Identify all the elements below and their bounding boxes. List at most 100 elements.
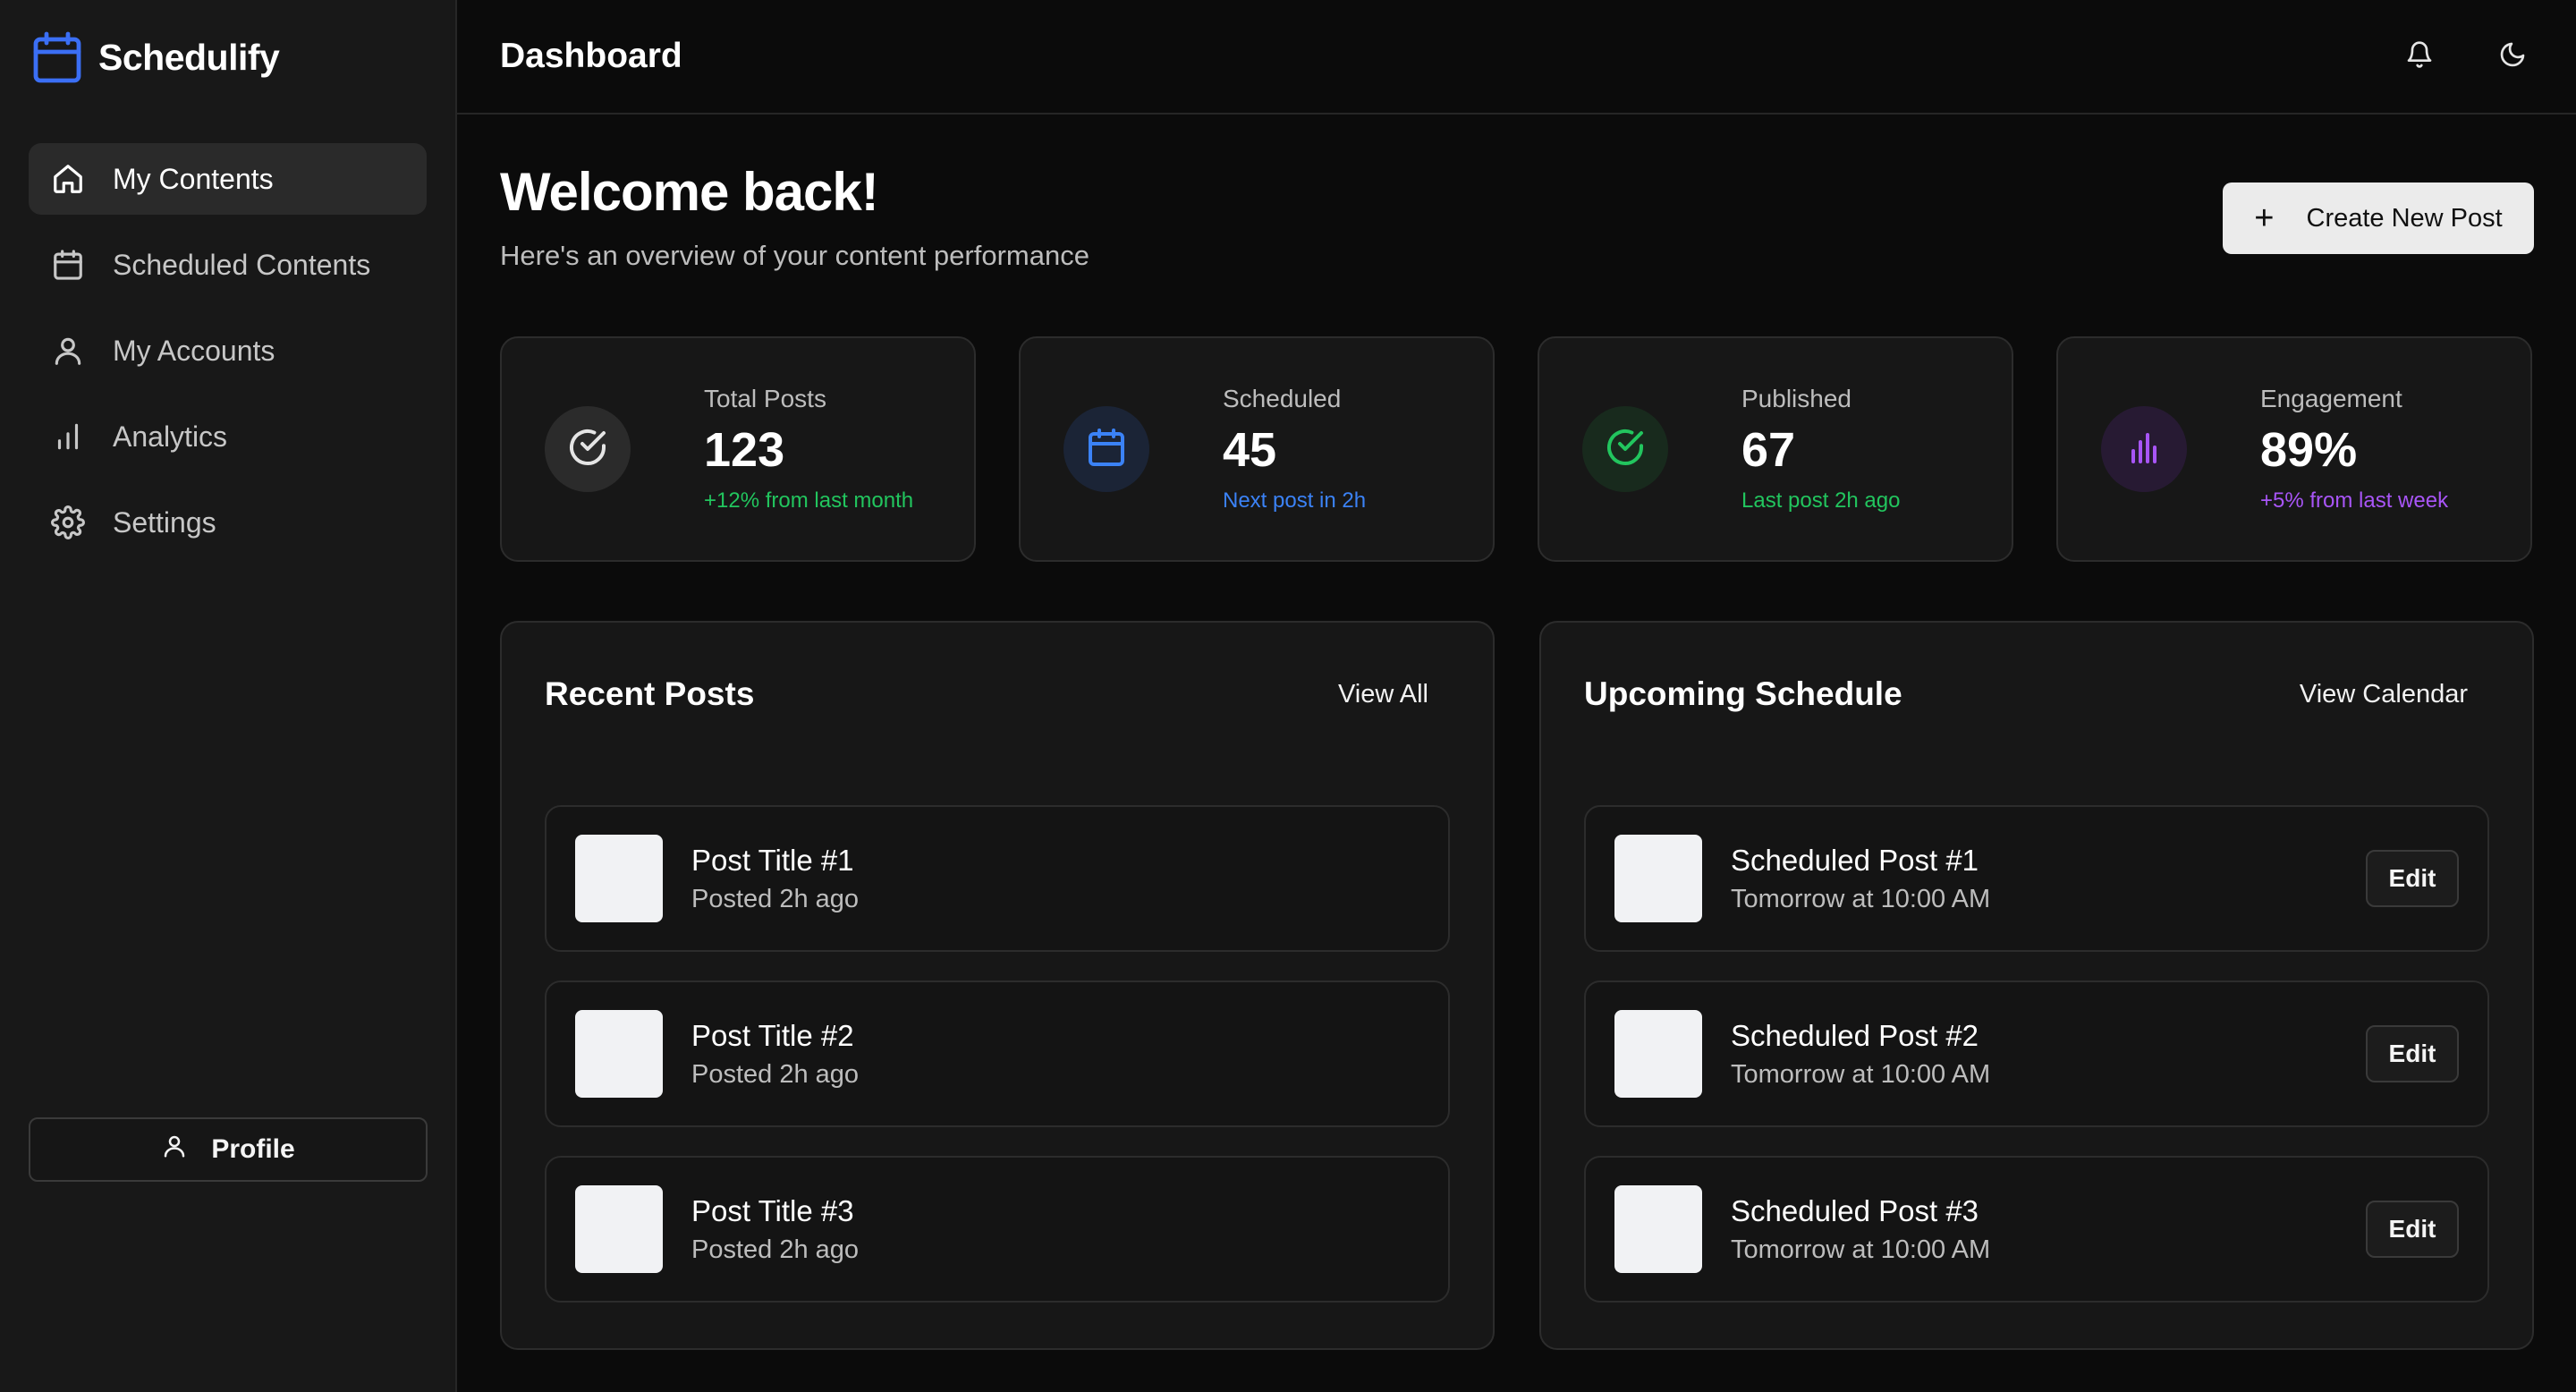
stat-text: Published 67 Last post 2h ago bbox=[1741, 385, 1900, 514]
home-icon bbox=[50, 161, 86, 197]
edit-button[interactable]: Edit bbox=[2366, 1025, 2459, 1082]
stat-badge bbox=[1582, 406, 1668, 492]
view-calendar-link[interactable]: View Calendar bbox=[2300, 680, 2468, 709]
topbar-actions bbox=[2353, 30, 2539, 83]
welcome-title: Welcome back! bbox=[500, 162, 879, 222]
item-text: Scheduled Post #2 Tomorrow at 10:00 AM bbox=[1731, 1019, 1990, 1090]
panel-title: Upcoming Schedule bbox=[1584, 675, 1902, 712]
item-text: Scheduled Post #1 Tomorrow at 10:00 AM bbox=[1731, 844, 1990, 914]
edit-button[interactable]: Edit bbox=[2366, 850, 2459, 907]
upcoming-list: Scheduled Post #1 Tomorrow at 10:00 AM E… bbox=[1584, 805, 2489, 1303]
welcome-subtitle: Here's an overview of your content perfo… bbox=[500, 240, 1089, 271]
stat-note: +5% from last week bbox=[2260, 488, 2449, 513]
post-subtitle: Posted 2h ago bbox=[691, 1059, 860, 1089]
stat-card-scheduled: Scheduled 45 Next post in 2h bbox=[1019, 336, 1495, 562]
scheduled-post-time: Tomorrow at 10:00 AM bbox=[1731, 1059, 1991, 1089]
sidebar-item-label: My Contents bbox=[113, 162, 274, 195]
list-item[interactable]: Post Title #3 Posted 2h ago bbox=[545, 1156, 1450, 1303]
sidebar-item-analytics[interactable]: Analytics bbox=[29, 401, 427, 472]
notifications-button[interactable] bbox=[2393, 30, 2446, 83]
list-item[interactable]: Post Title #2 Posted 2h ago bbox=[545, 980, 1450, 1127]
recent-posts-list: Post Title #1 Posted 2h ago Post Title #… bbox=[545, 805, 1450, 1303]
create-new-post-label: Create New Post bbox=[2306, 203, 2503, 233]
stat-text: Engagement 89% +5% from last week bbox=[2260, 385, 2448, 514]
post-title: Post Title #3 bbox=[691, 1193, 854, 1227]
sidebar-nav: My Contents Scheduled Contents My Accoun… bbox=[0, 115, 455, 558]
view-all-link[interactable]: View All bbox=[1338, 680, 1428, 709]
brand[interactable]: Schedulify bbox=[0, 0, 455, 115]
stat-note: +12% from last month bbox=[704, 488, 914, 513]
sidebar-item-my-contents[interactable]: My Contents bbox=[29, 143, 427, 215]
stat-text: Total Posts 123 +12% from last month bbox=[704, 385, 913, 514]
gear-icon bbox=[50, 505, 86, 540]
moon-icon bbox=[2498, 40, 2527, 73]
sidebar-item-label: My Accounts bbox=[113, 334, 275, 367]
stat-note: Last post 2h ago bbox=[1741, 488, 1901, 513]
sidebar-item-label: Settings bbox=[113, 505, 216, 539]
sidebar: Schedulify My Contents Scheduled Content… bbox=[0, 0, 457, 1392]
stat-label: Published bbox=[1741, 385, 1852, 412]
sidebar-item-settings[interactable]: Settings bbox=[29, 487, 427, 558]
stat-card-published: Published 67 Last post 2h ago bbox=[1538, 336, 2013, 562]
panel-title: Recent Posts bbox=[545, 675, 755, 712]
post-title: Post Title #1 bbox=[691, 843, 854, 877]
list-item[interactable]: Scheduled Post #1 Tomorrow at 10:00 AM E… bbox=[1584, 805, 2489, 952]
calendar-icon bbox=[1085, 426, 1128, 473]
calendar-icon bbox=[32, 30, 82, 84]
post-title: Post Title #2 bbox=[691, 1018, 854, 1052]
panel-header: Upcoming Schedule View Calendar bbox=[1584, 623, 2489, 766]
user-icon bbox=[50, 333, 86, 369]
item-text: Post Title #3 Posted 2h ago bbox=[691, 1194, 859, 1265]
list-item[interactable]: Scheduled Post #3 Tomorrow at 10:00 AM E… bbox=[1584, 1156, 2489, 1303]
calendar-icon bbox=[50, 247, 86, 283]
create-new-post-button[interactable]: + Create New Post bbox=[2223, 182, 2534, 254]
scheduled-post-time: Tomorrow at 10:00 AM bbox=[1731, 1235, 1991, 1264]
theme-toggle-button[interactable] bbox=[2486, 30, 2539, 83]
stat-note: Next post in 2h bbox=[1223, 488, 1367, 513]
scheduled-post-title: Scheduled Post #1 bbox=[1731, 843, 1979, 877]
plus-icon: + bbox=[2254, 199, 2275, 237]
post-thumbnail bbox=[1614, 1185, 1702, 1273]
stat-label: Engagement bbox=[2260, 385, 2402, 412]
edit-button[interactable]: Edit bbox=[2366, 1201, 2459, 1258]
profile-label: Profile bbox=[211, 1134, 295, 1164]
post-subtitle: Posted 2h ago bbox=[691, 884, 860, 913]
scheduled-post-time: Tomorrow at 10:00 AM bbox=[1731, 884, 1991, 913]
stat-card-engagement: Engagement 89% +5% from last week bbox=[2056, 336, 2532, 562]
item-text: Scheduled Post #3 Tomorrow at 10:00 AM bbox=[1731, 1194, 1990, 1265]
stat-card-total-posts: Total Posts 123 +12% from last month bbox=[500, 336, 976, 562]
panel-header: Recent Posts View All bbox=[545, 623, 1450, 766]
upcoming-schedule-panel: Upcoming Schedule View Calendar Schedule… bbox=[1539, 621, 2534, 1350]
stat-badge bbox=[545, 406, 631, 492]
post-thumbnail bbox=[1614, 835, 1702, 922]
sidebar-item-label: Scheduled Contents bbox=[113, 248, 371, 281]
stat-value: 89% bbox=[2260, 423, 2358, 477]
dashboard-content: Welcome back! Here's an overview of your… bbox=[457, 115, 2576, 1350]
stat-label: Scheduled bbox=[1223, 385, 1342, 412]
bar-chart-icon bbox=[2123, 426, 2165, 473]
recent-posts-panel: Recent Posts View All Post Title #1 Post… bbox=[500, 621, 1495, 1350]
list-item[interactable]: Scheduled Post #2 Tomorrow at 10:00 AM E… bbox=[1584, 980, 2489, 1127]
item-text: Post Title #2 Posted 2h ago bbox=[691, 1019, 859, 1090]
stat-value: 67 bbox=[1741, 423, 1796, 477]
topbar: Dashboard bbox=[457, 0, 2576, 115]
sidebar-item-my-accounts[interactable]: My Accounts bbox=[29, 315, 427, 386]
profile-button[interactable]: Profile bbox=[29, 1117, 428, 1182]
page-title: Dashboard bbox=[500, 37, 682, 75]
stat-value: 123 bbox=[704, 423, 785, 477]
check-circle-icon bbox=[1604, 426, 1647, 473]
stat-badge bbox=[2101, 406, 2187, 492]
post-thumbnail bbox=[1614, 1010, 1702, 1098]
bell-icon bbox=[2405, 40, 2434, 73]
brand-name: Schedulify bbox=[98, 36, 280, 78]
bar-chart-icon bbox=[50, 419, 86, 454]
sidebar-item-scheduled-contents[interactable]: Scheduled Contents bbox=[29, 229, 427, 301]
sidebar-item-label: Analytics bbox=[113, 420, 228, 453]
item-text: Post Title #1 Posted 2h ago bbox=[691, 844, 859, 914]
scheduled-post-title: Scheduled Post #2 bbox=[1731, 1018, 1979, 1052]
welcome-section: Welcome back! Here's an overview of your… bbox=[500, 115, 2534, 336]
post-subtitle: Posted 2h ago bbox=[691, 1235, 860, 1264]
app-shell: Schedulify My Contents Scheduled Content… bbox=[0, 0, 2576, 1392]
user-icon bbox=[161, 1133, 211, 1167]
list-item[interactable]: Post Title #1 Posted 2h ago bbox=[545, 805, 1450, 952]
